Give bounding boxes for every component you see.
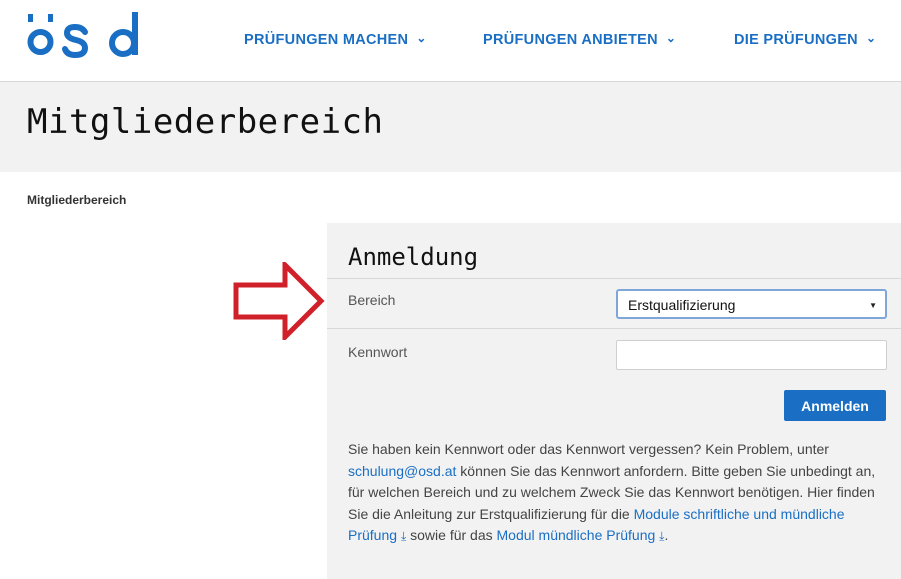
nav-label: DIE PRÜFUNGEN	[734, 32, 858, 48]
login-button[interactable]: Anmelden	[784, 390, 886, 421]
guide-link-oral[interactable]: Modul mündliche Prüfung ⤓	[497, 527, 665, 543]
osd-logo[interactable]	[24, 2, 149, 62]
nav-label: PRÜFUNGEN ANBIETEN	[483, 32, 658, 48]
help-text-part: Sie haben kein Kennwort oder das Kennwor…	[348, 441, 829, 457]
chevron-down-icon: ⌄	[665, 31, 677, 45]
breadcrumb[interactable]: Mitgliederbereich	[27, 193, 126, 207]
help-text-part: sowie für das	[406, 527, 497, 543]
password-label: Kennwort	[348, 344, 408, 360]
login-title: Anmeldung	[348, 243, 479, 271]
page-title-band: Mitgliederbereich	[0, 82, 901, 172]
area-select-value: Erstqualifizierung	[628, 297, 736, 313]
red-arrow-annotation-icon	[233, 262, 325, 340]
area-select[interactable]: Erstqualifizierung ▼	[616, 289, 887, 319]
site-header: PRÜFUNGEN MACHEN ⌄ PRÜFUNGEN ANBIETEN ⌄ DI…	[0, 0, 901, 82]
nav-die-pruefungen[interactable]: DIE PRÜFUNGEN ⌄	[734, 31, 877, 48]
login-panel: Anmeldung Bereich Erstqualifizierung ▼ K…	[327, 223, 901, 579]
divider	[327, 278, 901, 279]
help-text: Sie haben kein Kennwort oder das Kennwor…	[348, 439, 888, 548]
chevron-down-icon: ⌄	[416, 31, 427, 45]
help-text-part: .	[664, 527, 669, 543]
caret-down-icon: ▼	[869, 301, 877, 310]
password-field[interactable]	[616, 340, 887, 370]
page-title: Mitgliederbereich	[27, 102, 384, 142]
email-link[interactable]: schulung@osd.at	[348, 463, 456, 479]
nav-pruefungen-machen[interactable]: PRÜFUNGEN MACHEN ⌄	[244, 31, 427, 48]
nav-label: PRÜFUNGEN MACHEN	[244, 32, 409, 48]
divider	[327, 328, 901, 329]
area-label: Bereich	[348, 292, 396, 308]
guide-link-label: Modul mündliche Prüfung	[496, 527, 656, 543]
nav-pruefungen-anbieten[interactable]: PRÜFUNGEN ANBIETEN ⌄	[483, 31, 677, 48]
chevron-down-icon: ⌄	[865, 31, 877, 45]
